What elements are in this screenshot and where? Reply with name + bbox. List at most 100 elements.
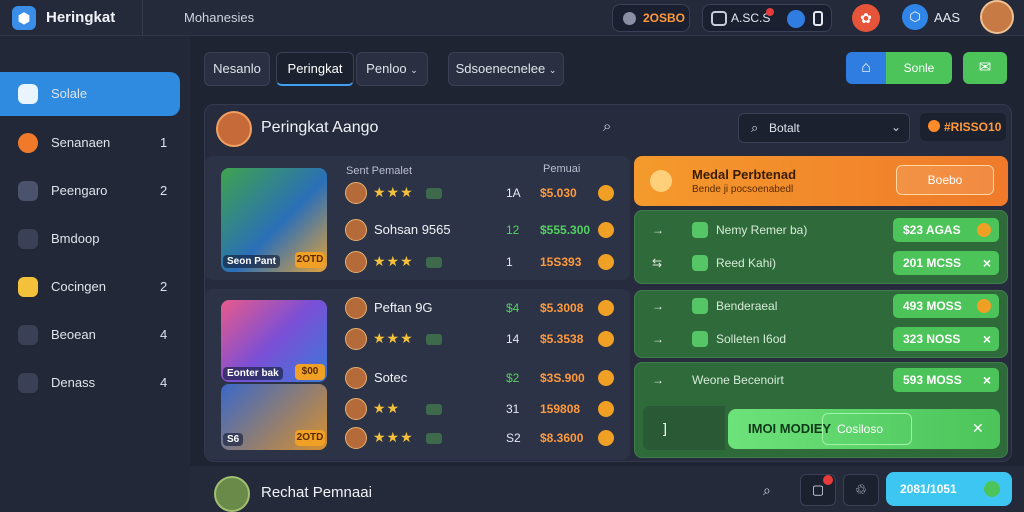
- sidebar-item[interactable]: Bmdoop: [0, 217, 180, 261]
- top-menu-item[interactable]: Mohanesies: [184, 10, 254, 25]
- home-button[interactable]: ⌂: [846, 52, 886, 84]
- player-avatar[interactable]: [345, 182, 367, 204]
- mail-button[interactable]: ✉: [963, 52, 1007, 84]
- sidebar-item-count: 2: [160, 279, 168, 294]
- tab-nesanlo[interactable]: Nesanlo: [204, 52, 270, 86]
- player-level: 1A: [506, 186, 521, 200]
- reward-chip[interactable]: 201 MCSS ×: [893, 251, 999, 275]
- promo-banner[interactable]: Medal Perbtenad Bende ji pocsoenabedl Bo…: [634, 156, 1008, 206]
- gold-value: #RISSO10: [944, 120, 1002, 134]
- medal-icon: [650, 170, 672, 192]
- close-icon[interactable]: ×: [983, 368, 991, 392]
- level-badge-icon[interactable]: ⬡: [902, 4, 928, 30]
- game-thumbnail[interactable]: Eonter bak $00: [221, 300, 327, 382]
- coin-icon[interactable]: [598, 185, 614, 201]
- search-icon: ⌕: [751, 120, 759, 135]
- alert-badge-icon[interactable]: ✿: [852, 4, 880, 32]
- reward-chip[interactable]: $23 AGAS: [893, 218, 999, 242]
- filter-select[interactable]: ⌕ Botalt ⌄: [738, 113, 910, 143]
- user-avatar[interactable]: [980, 0, 1014, 34]
- sidebar-item-label: Bmdoop: [51, 231, 100, 246]
- reward-chip-label: $23 AGAS: [903, 223, 961, 237]
- player-value: 159808: [540, 402, 581, 416]
- circle-icon: [18, 325, 38, 345]
- coin-icon[interactable]: [598, 430, 614, 446]
- recycle-button[interactable]: ♲: [843, 474, 879, 506]
- search-icon[interactable]: ⌕: [763, 482, 771, 499]
- coin-icon[interactable]: [598, 300, 614, 316]
- cta-button[interactable]: IMOI MODIEY Cosiloso ✕: [728, 409, 1000, 449]
- app-title: Heringkat: [46, 9, 116, 26]
- rank-chip-icon: [426, 334, 442, 345]
- player-level: 1: [506, 255, 513, 269]
- promo-button[interactable]: Boebo: [896, 165, 994, 195]
- player-avatar[interactable]: [345, 398, 367, 420]
- stats-pill[interactable]: A.SC.S: [702, 4, 832, 32]
- arrow-icon: ⇆: [652, 256, 663, 270]
- cta-left[interactable]: ]: [643, 406, 725, 450]
- player-value: $555.300: [540, 223, 591, 237]
- score-pill[interactable]: 2081/1051: [886, 472, 1012, 506]
- player-level: 12: [506, 223, 520, 237]
- app-logo-icon[interactable]: ⬢: [12, 6, 36, 30]
- reward-chip-label: 201 MCSS: [903, 256, 962, 270]
- cta-inner-button[interactable]: Cosiloso: [822, 413, 912, 445]
- thumbnail-tag: Eonter bak: [223, 367, 283, 380]
- promo-subtitle: Bende ji pocsoenabedl: [692, 184, 794, 195]
- reward-label: Reed Kahi): [716, 256, 777, 270]
- sidebar-item[interactable]: Solale: [0, 72, 180, 116]
- phone-icon[interactable]: [813, 11, 823, 26]
- sidebar-item[interactable]: Beoean 4: [0, 313, 180, 357]
- cta-label: IMOI MODIEY: [748, 421, 832, 436]
- player-name: Sohsan 9565: [374, 222, 451, 237]
- leaf-icon: [692, 255, 708, 271]
- tab-penloo[interactable]: Penloo ⌄: [356, 52, 428, 86]
- player-avatar[interactable]: [345, 328, 367, 350]
- bottom-title: Rechat Pemnaai: [261, 484, 372, 501]
- coin-icon[interactable]: [598, 401, 614, 417]
- player-avatar[interactable]: [345, 427, 367, 449]
- coin-icon[interactable]: [598, 222, 614, 238]
- check-icon: [984, 481, 1000, 497]
- panel-avatar: [216, 111, 252, 147]
- coin-icon[interactable]: [598, 370, 614, 386]
- coin-icon: [977, 299, 991, 313]
- reward-label: Benderaeal: [716, 299, 778, 313]
- folder-icon: [18, 277, 38, 297]
- home-icon: [18, 84, 38, 104]
- green-action-button[interactable]: Sonle: [886, 52, 952, 84]
- coin-icon[interactable]: [598, 254, 614, 270]
- star-rating: ★★★: [373, 429, 414, 445]
- player-avatar[interactable]: [345, 297, 367, 319]
- sidebar-item[interactable]: Senanaen 1: [0, 121, 180, 165]
- sidebar-item[interactable]: Peengaro 2: [0, 169, 180, 213]
- column-header-value: Pemuai: [543, 163, 581, 175]
- reward-chip-label: 593 MOSS: [903, 373, 962, 387]
- tab-dropdown[interactable]: Sdsoenecnelee ⌄: [448, 52, 564, 86]
- sidebar-item[interactable]: Cocingen 2: [0, 265, 180, 309]
- sidebar-item-count: 1: [160, 135, 168, 150]
- search-icon[interactable]: ⌕: [603, 118, 611, 135]
- game-thumbnail[interactable]: Seon Pant 2OTD: [221, 168, 327, 272]
- inbox-icon: [711, 11, 727, 26]
- tab-peringkat[interactable]: Peringkat: [276, 52, 354, 86]
- coin-pill[interactable]: 2OSBO: [612, 4, 690, 32]
- player-avatar[interactable]: [345, 251, 367, 273]
- reward-chip[interactable]: 323 NOSS ×: [893, 327, 999, 351]
- close-icon[interactable]: ×: [983, 327, 991, 351]
- gold-pill[interactable]: #RISSO10: [920, 113, 1006, 141]
- player-avatar[interactable]: [345, 367, 367, 389]
- close-icon[interactable]: ×: [983, 251, 991, 275]
- globe-icon[interactable]: [787, 10, 805, 28]
- sidebar-item[interactable]: Denass 4: [0, 361, 180, 405]
- player-level: 31: [506, 402, 520, 416]
- stats-value: A.SC.S: [731, 11, 771, 25]
- coin-icon[interactable]: [598, 331, 614, 347]
- player-avatar[interactable]: [345, 219, 367, 241]
- target-icon: [18, 133, 38, 153]
- reward-chip[interactable]: 593 MOSS ×: [893, 368, 999, 392]
- reward-chip[interactable]: 493 MOSS: [893, 294, 999, 318]
- game-thumbnail[interactable]: S6 2OTD: [221, 384, 327, 450]
- column-header-name: Sent Pemalet: [346, 165, 413, 177]
- player-value: 15S393: [540, 255, 582, 269]
